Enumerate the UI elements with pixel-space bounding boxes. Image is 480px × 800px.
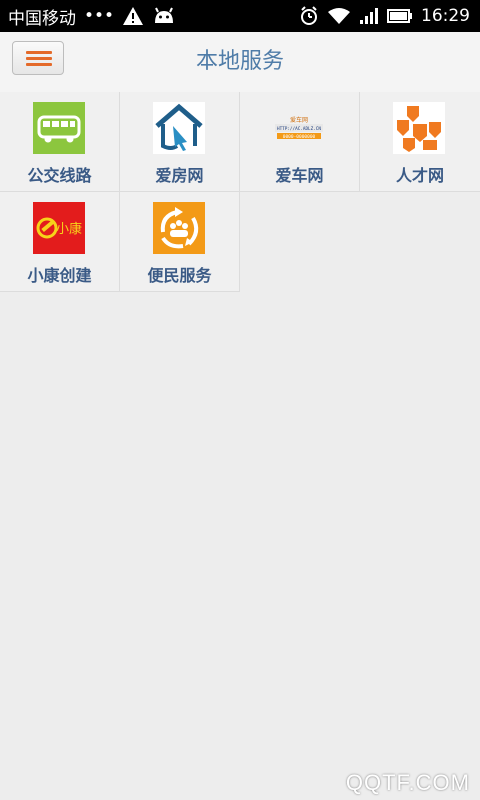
car-logo-title: 爱车网 bbox=[290, 116, 308, 124]
warning-icon bbox=[122, 6, 144, 26]
service-label: 小康创建 bbox=[27, 266, 92, 285]
battery-icon bbox=[387, 8, 413, 24]
service-tile-xiaokang[interactable]: 小康 小康创建 bbox=[0, 192, 120, 292]
car-logo-url: HTTP://AC.ADLZ.CN bbox=[277, 126, 321, 132]
service-label: 便民服务 bbox=[147, 266, 212, 285]
service-tile-bus-routes[interactable]: 公交线路 bbox=[0, 92, 120, 192]
service-tile-house[interactable]: 爱房网 bbox=[120, 92, 240, 192]
alarm-clock-icon bbox=[299, 6, 319, 26]
recycle-people-icon bbox=[153, 202, 205, 254]
page-title: 本地服务 bbox=[195, 49, 284, 74]
menu-button[interactable] bbox=[12, 41, 64, 75]
service-tile-convenience[interactable]: 便民服务 bbox=[120, 192, 240, 292]
more-dots: ••• bbox=[84, 6, 115, 26]
house-arrow-icon bbox=[153, 102, 205, 154]
car-site-logo-icon: 爱车网 HTTP://AC.ADLZ.CN 0000-0000000 bbox=[273, 102, 325, 154]
car-logo-phone: 0000-0000000 bbox=[283, 134, 316, 140]
party-emblem-icon: 小康 bbox=[33, 202, 85, 254]
status-bar: 中国移动 ••• 16:29 bbox=[0, 0, 480, 32]
signal-strength-icon bbox=[359, 7, 379, 25]
orange-blocks-icon bbox=[393, 102, 445, 154]
service-label: 爱房网 bbox=[155, 166, 204, 185]
bus-icon bbox=[33, 102, 85, 154]
app-header: 本地服务 bbox=[0, 32, 480, 93]
android-debug-icon bbox=[152, 7, 176, 25]
watermark: QQTF.COM bbox=[345, 770, 470, 795]
xiaokang-logo-text: 小康 bbox=[56, 221, 82, 237]
carrier-name: 中国移动 bbox=[8, 8, 76, 29]
hamburger-menu-icon bbox=[26, 51, 52, 54]
service-label: 人才网 bbox=[395, 166, 444, 185]
service-tile-car[interactable]: 爱车网 HTTP://AC.ADLZ.CN 0000-0000000 爱车网 bbox=[240, 92, 360, 192]
service-label: 公交线路 bbox=[27, 166, 92, 185]
service-label: 爱车网 bbox=[275, 166, 324, 185]
clock-time: 16:29 bbox=[421, 6, 470, 26]
wifi-icon bbox=[327, 7, 351, 25]
service-tile-talent[interactable]: 人才网 bbox=[360, 92, 480, 192]
